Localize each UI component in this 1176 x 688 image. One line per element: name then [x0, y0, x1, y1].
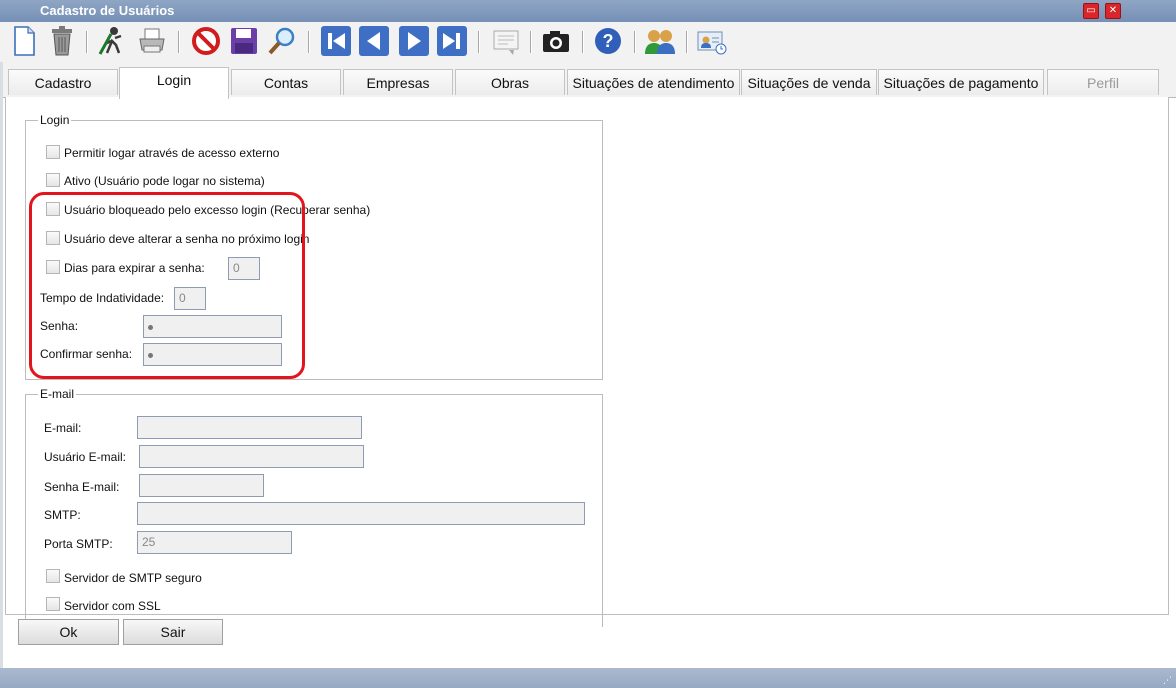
title-bar: Cadastro de Usuários ▭ ✕ [0, 0, 1176, 22]
tab-contas[interactable]: Contas [231, 69, 341, 95]
confirm-password-label: Confirmar senha: [40, 347, 133, 361]
smtp-input[interactable] [137, 502, 585, 525]
external-access-checkbox[interactable] [46, 145, 60, 159]
ssl-label: Servidor com SSL [64, 599, 161, 613]
tab-situacoes-atendimento[interactable]: Situações de atendimento [567, 69, 740, 95]
first-record-icon[interactable] [320, 25, 352, 57]
email-password-label: Senha E-mail: [44, 480, 120, 494]
confirm-password-input[interactable] [143, 343, 282, 366]
expire-days-label: Dias para expirar a senha: [64, 261, 205, 275]
tab-perfil[interactable]: Perfil [1047, 69, 1159, 95]
tab-cadastro[interactable]: Cadastro [8, 69, 118, 95]
email-group-legend: E-mail [40, 387, 75, 401]
help-icon[interactable]: ? [592, 25, 624, 57]
edit-person-icon[interactable] [96, 25, 128, 57]
confirm-password-mask [148, 353, 153, 358]
tab-bar: Cadastro Login Contas Empresas Obras Sit… [0, 62, 1176, 99]
external-access-label: Permitir logar através de acesso externo [64, 146, 280, 160]
tab-obras[interactable]: Obras [455, 69, 565, 95]
email-user-label: Usuário E-mail: [44, 450, 127, 464]
email-label: E-mail: [44, 421, 82, 435]
login-group-legend: Login [40, 113, 70, 127]
password-label: Senha: [40, 319, 79, 333]
printer-icon[interactable] [136, 25, 168, 57]
secure-smtp-label: Servidor de SMTP seguro [64, 571, 202, 585]
last-record-icon[interactable] [436, 25, 468, 57]
tab-situacoes-pagamento[interactable]: Situações de pagamento [878, 69, 1044, 95]
ssl-checkbox[interactable] [46, 597, 60, 611]
toolbar: ? [0, 22, 1176, 62]
svg-text:?: ? [603, 31, 614, 51]
window-title: Cadastro de Usuários [40, 3, 175, 18]
idle-time-label: Tempo de Indatividade: [40, 291, 165, 305]
new-document-icon[interactable] [8, 25, 40, 57]
notes-icon[interactable] [490, 25, 522, 57]
blocked-checkbox[interactable] [46, 202, 60, 216]
password-input[interactable] [143, 315, 282, 338]
exit-button[interactable]: Sair [123, 619, 223, 645]
tab-empresas[interactable]: Empresas [343, 69, 453, 95]
restore-button[interactable]: ▭ [1083, 3, 1099, 19]
trash-icon[interactable] [46, 25, 78, 57]
must-change-password-label: Usuário deve alterar a senha no próximo … [64, 232, 310, 246]
idle-time-input[interactable]: 0 [174, 287, 206, 310]
status-bar: ⋰ [0, 668, 1176, 688]
close-icon: ✕ [1108, 5, 1118, 16]
ok-button[interactable]: Ok [18, 619, 119, 645]
resize-grip-icon[interactable]: ⋰ [1163, 675, 1172, 686]
expire-days-checkbox[interactable] [46, 260, 60, 274]
active-checkbox[interactable] [46, 173, 60, 187]
password-mask [148, 325, 153, 330]
tab-situacoes-venda[interactable]: Situações de venda [741, 69, 877, 95]
camera-icon[interactable] [540, 25, 572, 57]
email-input[interactable] [137, 416, 362, 439]
restore-icon: ▭ [1086, 5, 1096, 16]
email-user-input[interactable] [139, 445, 364, 468]
user-card-icon[interactable] [696, 25, 728, 57]
smtp-port-input[interactable]: 25 [137, 531, 292, 554]
next-record-icon[interactable] [398, 25, 430, 57]
smtp-label: SMTP: [44, 508, 81, 522]
tab-login[interactable]: Login [119, 67, 229, 99]
secure-smtp-checkbox[interactable] [46, 569, 60, 583]
expire-days-input[interactable]: 0 [228, 257, 260, 280]
users-group-icon[interactable] [644, 25, 676, 57]
search-icon[interactable] [266, 25, 298, 57]
save-icon[interactable] [228, 25, 260, 57]
active-label: Ativo (Usuário pode logar no sistema) [64, 174, 265, 188]
close-button[interactable]: ✕ [1105, 3, 1121, 19]
must-change-password-checkbox[interactable] [46, 231, 60, 245]
previous-record-icon[interactable] [358, 25, 390, 57]
left-frame [0, 62, 3, 668]
cancel-icon[interactable] [190, 25, 222, 57]
smtp-port-label: Porta SMTP: [44, 537, 113, 551]
blocked-label: Usuário bloqueado pelo excesso login (Re… [64, 203, 371, 217]
email-password-input[interactable] [139, 474, 264, 497]
